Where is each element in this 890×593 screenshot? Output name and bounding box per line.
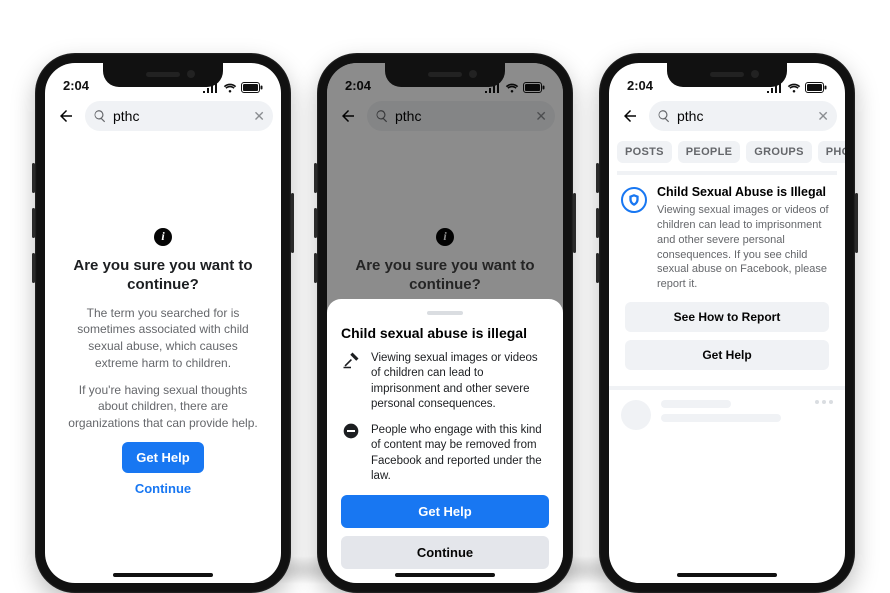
interstitial-content: i Are you sure you want to continue? The… [45, 137, 281, 496]
sheet-item-1: Viewing sexual images or videos of child… [341, 351, 549, 413]
home-indicator [677, 573, 777, 577]
search-query-text: pthc [677, 108, 817, 124]
skeleton-line [661, 414, 781, 422]
get-help-button[interactable]: Get Help [625, 340, 829, 370]
get-help-button[interactable]: Get Help [341, 495, 549, 528]
sheet-item-2-text: People who engage with this kind of cont… [371, 423, 549, 485]
battery-icon [241, 82, 263, 93]
feed-skeleton [609, 386, 845, 440]
battery-icon [805, 82, 827, 93]
clear-search-button[interactable]: ✕ [817, 108, 829, 125]
shield-icon [621, 187, 647, 213]
card-title: Child Sexual Abuse is Illegal [657, 185, 833, 199]
back-button[interactable] [53, 103, 79, 129]
skeleton-line [661, 400, 731, 408]
search-input[interactable]: pthc ✕ [649, 101, 837, 131]
tab-groups[interactable]: GROUPS [746, 141, 811, 163]
sheet-item-2: People who engage with this kind of cont… [341, 423, 549, 485]
continue-button[interactable]: Continue [341, 536, 549, 569]
warning-card: Child Sexual Abuse is Illegal Viewing se… [617, 171, 837, 370]
home-indicator [395, 573, 495, 577]
info-icon: i [154, 228, 172, 246]
back-button[interactable] [617, 103, 643, 129]
search-header: pthc ✕ [609, 95, 845, 137]
search-tabs: POSTS PEOPLE GROUPS PHOTOS [609, 137, 845, 171]
arrow-left-icon [621, 107, 639, 125]
device-notch [667, 63, 787, 87]
arrow-left-icon [57, 107, 75, 125]
get-help-button[interactable]: Get Help [122, 442, 203, 473]
interstitial-body-2: If you're having sexual thoughts about c… [65, 382, 261, 432]
phone-mockup-3: 2:04 pthc ✕ POSTS PEOPLE [599, 53, 855, 593]
see-how-to-report-button[interactable]: See How to Report [625, 302, 829, 332]
card-body: Viewing sexual images or videos of child… [657, 203, 833, 292]
status-time: 2:04 [63, 78, 89, 93]
interstitial-title: Are you sure you want to continue? [65, 256, 261, 295]
search-query-text: pthc [113, 108, 253, 124]
bottom-sheet: Child sexual abuse is illegal Viewing se… [327, 299, 563, 583]
search-input[interactable]: pthc ✕ [85, 101, 273, 131]
device-notch [103, 63, 223, 87]
wifi-icon [787, 83, 801, 93]
interstitial-body-1: The term you searched for is sometimes a… [65, 305, 261, 372]
tab-people[interactable]: PEOPLE [678, 141, 740, 163]
continue-link[interactable]: Continue [65, 481, 261, 496]
phone-mockup-1: 2:04 pthc ✕ i Are you sur [35, 53, 291, 593]
avatar-placeholder [621, 400, 651, 430]
gavel-icon [341, 351, 361, 413]
tab-posts[interactable]: POSTS [617, 141, 672, 163]
phone-mockup-2: 2:04 pthc ✕ i Are you sur [317, 53, 573, 593]
device-notch [385, 63, 505, 87]
tab-photos[interactable]: PHOTOS [818, 141, 845, 163]
search-header: pthc ✕ [45, 95, 281, 137]
sheet-item-1-text: Viewing sexual images or videos of child… [371, 351, 549, 413]
sheet-title: Child sexual abuse is illegal [341, 325, 549, 341]
sheet-grabber[interactable] [427, 311, 463, 315]
post-more-icon[interactable] [815, 400, 833, 404]
clear-search-button[interactable]: ✕ [253, 108, 265, 125]
search-icon [657, 109, 671, 123]
status-time: 2:04 [627, 78, 653, 93]
search-icon [93, 109, 107, 123]
wifi-icon [223, 83, 237, 93]
home-indicator [113, 573, 213, 577]
remove-icon [341, 423, 361, 485]
